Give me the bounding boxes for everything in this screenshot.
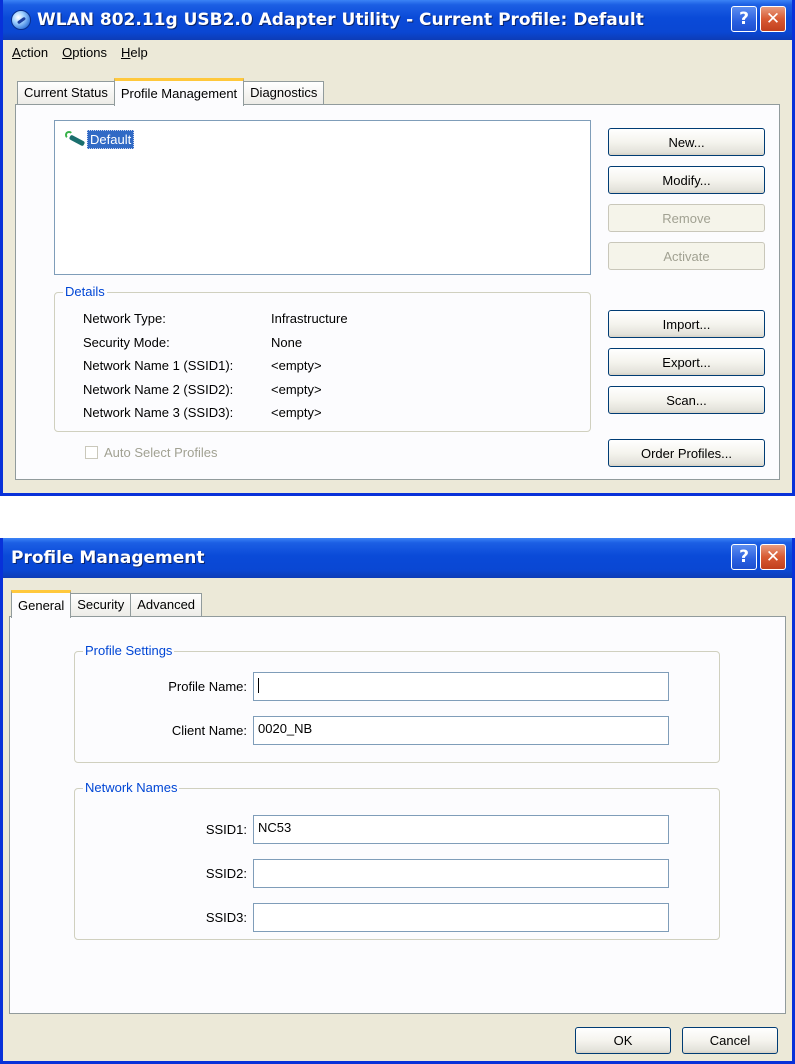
ssid1-label: SSID1: [205, 822, 247, 837]
remove-button[interactable]: Remove [608, 204, 765, 232]
detail-ssid2-value: <empty> [271, 382, 322, 397]
tab-general[interactable]: General [11, 590, 72, 618]
profile-name-default: Default [87, 129, 135, 149]
tab-advanced[interactable]: Advanced [130, 593, 203, 617]
dialog-tabs: General Security Advanced [11, 590, 203, 618]
import-button[interactable]: Import... [608, 310, 765, 338]
dialog-close-button[interactable]: ✕ [760, 544, 786, 570]
detail-ssid3-value: <empty> [271, 405, 322, 420]
client-name-value: 0020_NB [258, 721, 313, 736]
main-tabs: Current Status Profile Management Diagno… [17, 78, 325, 106]
ssid3-input[interactable] [253, 903, 669, 932]
detail-network-type-label: Network Type: [83, 311, 166, 326]
cancel-button[interactable]: Cancel [682, 1027, 778, 1054]
auto-select-profiles[interactable]: Auto Select Profiles [85, 445, 217, 460]
ssid2-input[interactable] [253, 859, 669, 888]
network-names-group: Network Names SSID1: NC53 SSID2: SSID3: [74, 780, 720, 940]
menu-help[interactable]: Help [121, 45, 148, 60]
profile-name-label: Profile Name: [168, 679, 247, 694]
ssid1-value: NC53 [258, 820, 292, 835]
text-caret [258, 678, 259, 694]
tab-diagnostics[interactable]: Diagnostics [243, 81, 325, 105]
detail-security-mode-label: Security Mode: [83, 335, 170, 350]
new-button[interactable]: New... [608, 128, 765, 156]
activate-button[interactable]: Activate [608, 242, 765, 270]
detail-network-type-value: Infrastructure [271, 311, 348, 326]
window-title: WLAN 802.11g USB2.0 Adapter Utility - Cu… [37, 10, 644, 30]
export-button[interactable]: Export... [608, 348, 765, 376]
general-panel: Profile Settings Profile Name: Client Na… [9, 616, 786, 1014]
dialog-title: Profile Management [11, 548, 205, 568]
details-group: Details Network Type: Infrastructure Sec… [54, 284, 591, 432]
tab-profile-management[interactable]: Profile Management [113, 78, 245, 106]
auto-select-label: Auto Select Profiles [104, 445, 218, 460]
detail-ssid1-value: <empty> [271, 358, 322, 373]
adapter-utility-window: WLAN 802.11g USB2.0 Adapter Utility - Cu… [0, 0, 795, 496]
order-profiles-button[interactable]: Order Profiles... [608, 439, 765, 467]
ok-button[interactable]: OK [575, 1027, 671, 1054]
detail-ssid3-label: Network Name 3 (SSID3): [83, 405, 234, 420]
auto-select-checkbox[interactable] [85, 446, 98, 459]
detail-security-mode-value: None [271, 335, 303, 350]
profile-list[interactable]: Default [54, 120, 591, 275]
profile-management-dialog: Profile Management ? ✕ General Security … [0, 538, 795, 1064]
profile-settings-legend: Profile Settings [83, 643, 175, 659]
network-names-legend: Network Names [83, 780, 180, 796]
details-legend: Details [63, 284, 107, 300]
help-button[interactable]: ? [731, 6, 757, 32]
menu-action[interactable]: Action [12, 45, 48, 60]
profile-management-panel: Default Details Network Type: Infrastruc… [15, 104, 780, 480]
profile-settings-group: Profile Settings Profile Name: Client Na… [74, 643, 720, 763]
scan-button[interactable]: Scan... [608, 386, 765, 414]
close-button[interactable]: ✕ [760, 6, 786, 32]
menu-options[interactable]: Options [62, 45, 107, 60]
client-name-input[interactable]: 0020_NB [253, 716, 669, 745]
wireless-utility-icon [11, 10, 31, 30]
detail-ssid2-label: Network Name 2 (SSID2): [83, 382, 234, 397]
ssid2-label: SSID2: [205, 866, 247, 881]
profile-name-input[interactable] [253, 672, 669, 701]
dialog-title-bar[interactable]: Profile Management ? ✕ [3, 538, 792, 578]
title-bar-buttons: ? ✕ [731, 6, 786, 32]
list-item[interactable]: Default [65, 129, 135, 149]
dialog-help-button[interactable]: ? [731, 544, 757, 570]
tab-current-status[interactable]: Current Status [17, 81, 115, 105]
ssid1-input[interactable]: NC53 [253, 815, 669, 844]
wireless-profile-icon [65, 129, 87, 149]
tab-security[interactable]: Security [70, 593, 132, 617]
menu-bar: Action Options Help [3, 40, 792, 64]
modify-button[interactable]: Modify... [608, 166, 765, 194]
title-bar[interactable]: WLAN 802.11g USB2.0 Adapter Utility - Cu… [3, 0, 792, 40]
dialog-title-bar-buttons: ? ✕ [731, 544, 786, 570]
detail-ssid1-label: Network Name 1 (SSID1): [83, 358, 234, 373]
ssid3-label: SSID3: [205, 910, 247, 925]
client-name-label: Client Name: [171, 723, 247, 738]
